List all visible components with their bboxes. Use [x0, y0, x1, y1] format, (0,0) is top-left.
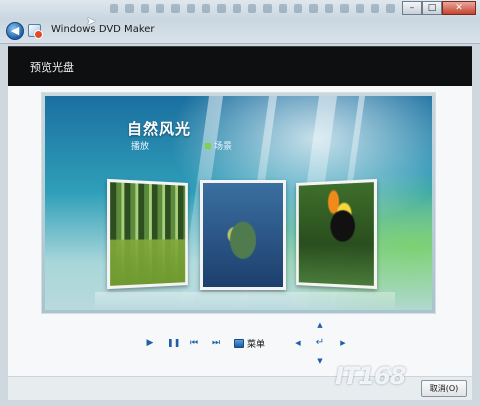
nav-left-button[interactable]: ◀: [293, 338, 303, 348]
dvd-maker-app-icon: [28, 24, 43, 39]
pause-button[interactable]: ❚❚: [167, 338, 180, 348]
scene-thumbnail-toucan: [296, 178, 377, 290]
back-arrow-icon[interactable]: ◀: [6, 22, 24, 40]
thumbnail-reflection: [95, 292, 395, 310]
next-chapter-button[interactable]: ⏭: [211, 338, 221, 348]
nav-enter-button[interactable]: ↵: [315, 338, 325, 348]
cancel-button[interactable]: 取消(O): [421, 380, 467, 397]
mouse-pointer-icon: ➤: [86, 14, 97, 28]
window-titlebar: – □ ✕ ◀ Windows DVD Maker ➤: [0, 0, 480, 44]
maximize-button[interactable]: □: [422, 1, 442, 15]
minimize-button[interactable]: –: [402, 1, 422, 15]
background-toolbar-ghost: [110, 4, 410, 18]
window-controls: – □ ✕: [402, 1, 476, 15]
menu-button[interactable]: 菜单: [234, 337, 265, 350]
disc-preview: 自然风光 播放 场景: [41, 92, 436, 314]
page-title: 预览光盘: [30, 61, 74, 74]
header-band: 预览光盘: [8, 46, 472, 86]
menu-icon: [234, 339, 244, 348]
scene-thumbnail-turtle: [200, 180, 286, 290]
play-button[interactable]: ▶: [145, 338, 155, 348]
menu-background: 自然风光 播放 场景: [45, 96, 432, 310]
disc-menu-play[interactable]: 播放: [131, 139, 149, 152]
disc-menu-scenes[interactable]: 场景: [205, 139, 232, 152]
scene-thumbnail-forest: [107, 178, 188, 290]
previous-chapter-button[interactable]: ⏮: [189, 338, 199, 348]
nav-down-button[interactable]: ▼: [315, 356, 325, 366]
disc-menu-title: 自然风光: [127, 120, 192, 138]
site-watermark: IT168: [335, 362, 406, 390]
close-button[interactable]: ✕: [442, 1, 476, 15]
menu-button-label: 菜单: [247, 340, 266, 350]
nav-right-button[interactable]: ▶: [338, 338, 348, 348]
nav-up-button[interactable]: ▲: [315, 320, 325, 330]
window-title: Windows DVD Maker: [51, 24, 155, 35]
disc-menu-scenes-label: 场景: [214, 142, 233, 152]
selection-bullet-icon: [205, 142, 211, 149]
